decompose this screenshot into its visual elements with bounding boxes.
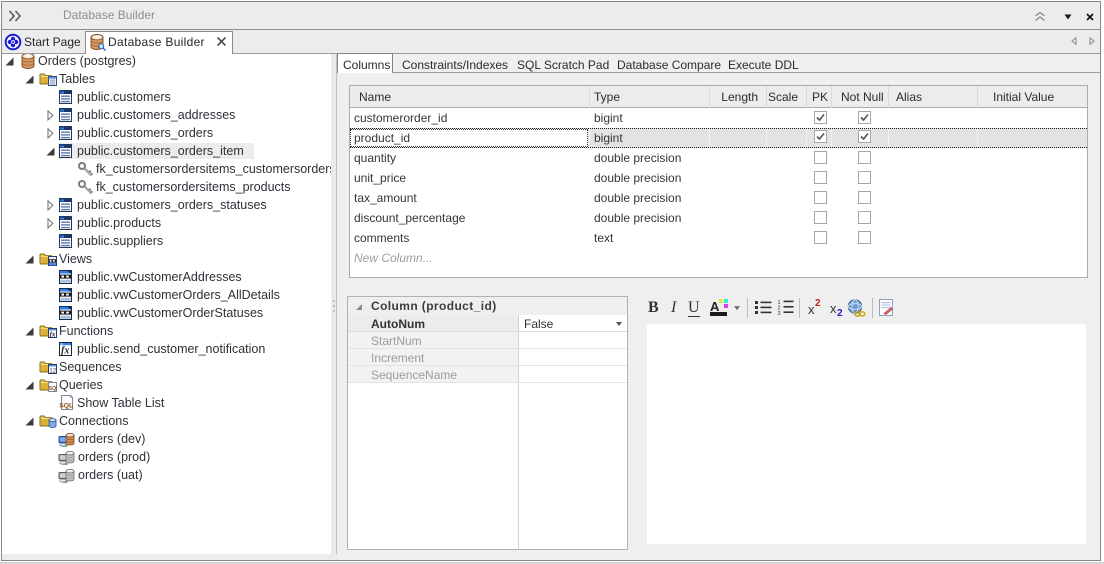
svg-text:3: 3 xyxy=(778,311,781,315)
